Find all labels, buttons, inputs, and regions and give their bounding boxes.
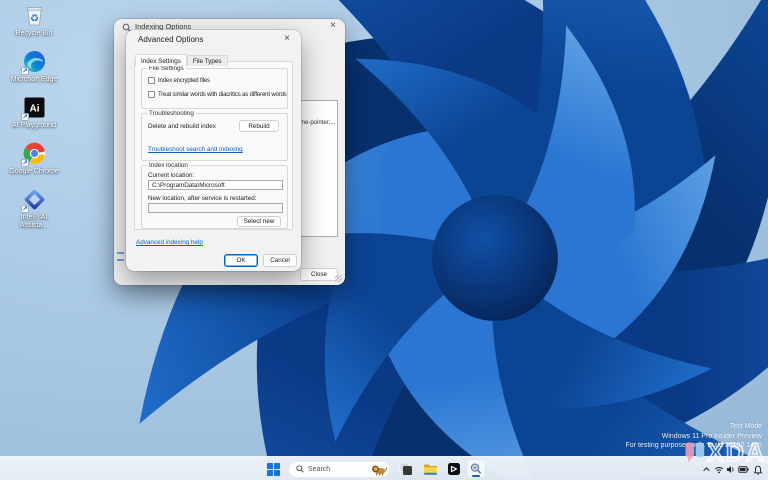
taskbar-terminal-button[interactable] bbox=[445, 460, 463, 478]
delete-rebuild-label: Delete and rebuild index bbox=[148, 123, 216, 130]
indexing-options-taskbar-icon bbox=[469, 462, 483, 476]
close-button-label: Close bbox=[311, 271, 327, 278]
shortcut-arrow-icon bbox=[21, 159, 29, 167]
svg-text:Ai: Ai bbox=[29, 104, 39, 115]
taskbar-file-explorer-button[interactable] bbox=[421, 460, 439, 478]
checkbox-icon[interactable] bbox=[148, 77, 155, 84]
xda-watermark: XDA bbox=[685, 440, 766, 466]
rebuild-button[interactable]: Rebuild bbox=[239, 120, 279, 132]
desktop-icon-label: Google Chrome bbox=[6, 168, 62, 176]
search-highlight-lion-icon bbox=[371, 463, 387, 476]
checkbox-diacritics[interactable]: Treat similar words with diacritics as d… bbox=[148, 91, 287, 98]
dialog-title: Advanced Options bbox=[138, 35, 203, 44]
xda-bubble-icon bbox=[685, 442, 705, 464]
ok-button[interactable]: OK bbox=[224, 254, 258, 267]
search-icon bbox=[296, 465, 304, 473]
new-location-field[interactable] bbox=[148, 203, 283, 213]
troubleshooting-group: Troubleshooting Delete and rebuild index… bbox=[141, 113, 288, 161]
taskbar: Search bbox=[0, 456, 768, 480]
desktop-icon-intel-ai-assistant[interactable]: Intel® AI Assista... bbox=[6, 187, 62, 230]
current-location-label: Current location: bbox=[148, 172, 194, 179]
close-icon[interactable]: × bbox=[284, 34, 290, 44]
file-settings-group: File Settings Index encrypted files Trea… bbox=[141, 68, 288, 109]
tab-file-types[interactable]: File Types bbox=[187, 55, 228, 66]
tab-index-settings[interactable]: Index Settings bbox=[135, 54, 187, 66]
checkbox-label: Index encrypted files bbox=[158, 78, 210, 84]
select-new-button-label: Select new bbox=[244, 218, 275, 225]
new-location-label: New location, after service is restarted… bbox=[148, 195, 257, 202]
close-icon[interactable]: × bbox=[330, 21, 336, 31]
desktop-icon-label: Microsoft Edge bbox=[6, 76, 62, 84]
select-new-button[interactable]: Select new bbox=[237, 216, 281, 227]
checkbox-index-encrypted-files[interactable]: Index encrypted files bbox=[148, 77, 210, 84]
desktop-icon-recycle-bin[interactable]: ♻ Recycle Bin bbox=[6, 3, 62, 38]
taskbar-task-view-button[interactable] bbox=[397, 460, 415, 478]
taskbar-indexing-options-button[interactable] bbox=[467, 460, 485, 478]
shortcut-arrow-icon bbox=[21, 67, 29, 75]
terminal-icon bbox=[447, 462, 461, 476]
file-explorer-icon bbox=[423, 463, 438, 476]
desktop-icon-label: Intel® AI Assista... bbox=[6, 214, 62, 230]
windows-start-icon bbox=[267, 463, 280, 476]
svg-text:♻: ♻ bbox=[30, 14, 39, 25]
desktop: ♻ Recycle Bin Microsoft Edge Ai AI P bbox=[0, 0, 768, 480]
rebuild-button-label: Rebuild bbox=[248, 123, 269, 130]
desktop-icon-microsoft-edge[interactable]: Microsoft Edge bbox=[6, 49, 62, 84]
tab-page-index-settings: File Settings Index encrypted files Trea… bbox=[134, 61, 293, 230]
shortcut-arrow-icon bbox=[21, 113, 29, 121]
advanced-indexing-help-link[interactable]: Advanced indexing help bbox=[136, 239, 203, 246]
checkbox-icon[interactable] bbox=[148, 91, 155, 98]
start-button[interactable] bbox=[264, 460, 282, 478]
list-item: me-pointer;... bbox=[300, 120, 335, 126]
watermark-line: Test Mode bbox=[626, 422, 762, 432]
group-title: Troubleshooting bbox=[147, 110, 196, 118]
close-button[interactable]: Close bbox=[300, 268, 338, 281]
xda-watermark-text: XDA bbox=[707, 440, 766, 466]
link-fragment bbox=[117, 252, 124, 254]
active-app-indicator bbox=[472, 475, 480, 477]
task-view-icon bbox=[399, 462, 413, 476]
desktop-icon-label: AI Playground bbox=[6, 122, 62, 130]
search-placeholder: Search bbox=[308, 466, 371, 473]
index-location-group: Index location Current location: New loc… bbox=[141, 165, 288, 229]
group-title: Index location bbox=[147, 162, 190, 170]
desktop-icon-ai-playground[interactable]: Ai AI Playground bbox=[6, 95, 62, 130]
taskbar-search-box[interactable]: Search bbox=[288, 461, 390, 478]
desktop-icon-google-chrome[interactable]: Google Chrome bbox=[6, 141, 62, 176]
desktop-icon-label: Recycle Bin bbox=[6, 30, 62, 38]
current-location-field[interactable] bbox=[148, 180, 283, 190]
link-fragment bbox=[117, 259, 124, 261]
troubleshoot-search-link[interactable]: Troubleshoot search and indexing bbox=[148, 146, 243, 153]
cancel-button-label: Cancel bbox=[270, 257, 290, 264]
cancel-button[interactable]: Cancel bbox=[263, 254, 297, 267]
shortcut-arrow-icon bbox=[21, 205, 29, 213]
ok-button-label: OK bbox=[236, 257, 245, 264]
checkbox-label: Treat similar words with diacritics as d… bbox=[158, 92, 287, 98]
resize-grip[interactable] bbox=[335, 275, 342, 282]
recycle-bin-icon: ♻ bbox=[22, 3, 47, 28]
advanced-options-dialog: Advanced Options × Index SettingsFile Ty… bbox=[126, 30, 301, 271]
